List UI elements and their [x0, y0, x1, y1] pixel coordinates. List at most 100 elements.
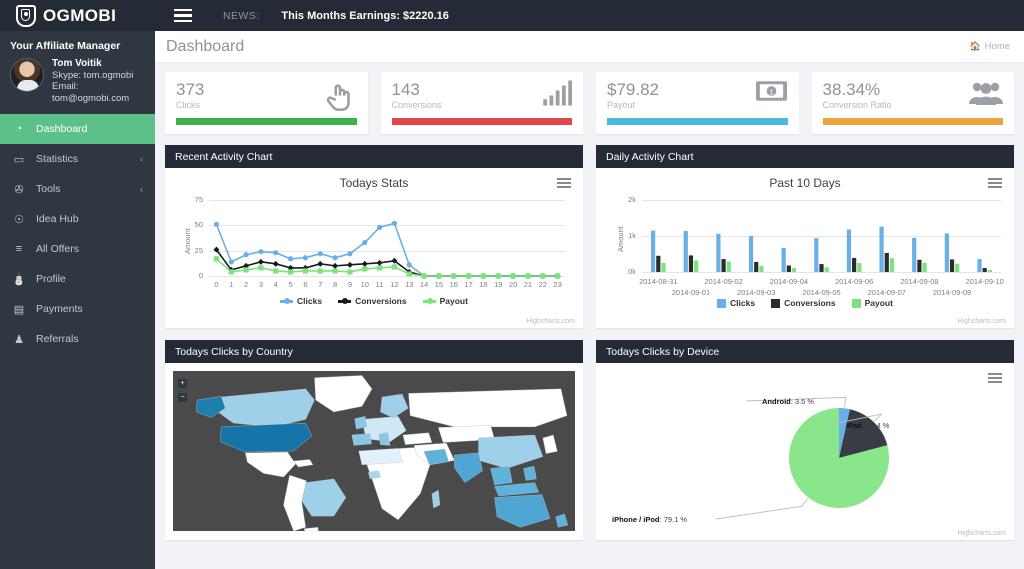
legend-swatch: [338, 300, 351, 303]
chart-clicks-by-device[interactable]: Android: 3.5 % iPad: 17.4 % iPhone / iPod:…: [596, 363, 1014, 540]
sidebar-item-label: Payments: [36, 303, 83, 315]
page-header: Dashboard 🏠 Home: [155, 31, 1024, 63]
sidebar-item-label: Statistics: [36, 153, 78, 165]
panel-daily-activity: Daily Activity Chart Past 10 Days 0k1k2k…: [596, 145, 1014, 328]
news-ticker-text: This Months Earnings: $2220.16: [281, 10, 449, 22]
legend-item-payout[interactable]: Payout: [852, 298, 893, 308]
sidebar: Your Affiliate Manager Tom Voitik Skype:…: [0, 31, 155, 569]
pie-label-name: iPad: [846, 421, 862, 430]
stat-progress-bar: [823, 118, 1004, 125]
legend-label: Conversions: [784, 298, 836, 308]
stat-progress-bar: [607, 118, 788, 125]
sidebar-item-referrals[interactable]: ♟ Referrals: [0, 324, 155, 354]
sidebar-item-profile[interactable]: ⛄Profile: [0, 264, 155, 294]
panel-clicks-by-device: Todays Clicks by Device Android: 3.5 % iP…: [596, 340, 1014, 540]
hamburger-icon[interactable]: [161, 0, 205, 31]
legend-swatch: [423, 300, 436, 303]
map-container[interactable]: + −: [165, 363, 583, 540]
legend-label: Clicks: [297, 296, 322, 306]
stat-card-payout[interactable]: $79.82Payout1: [596, 72, 799, 134]
legend-item-conversions[interactable]: Conversions: [338, 296, 407, 306]
stat-progress-bar: [392, 118, 573, 125]
affiliate-manager-card: Tom Voitik Skype: tom.ogmobi Email: tom@…: [0, 58, 155, 114]
breadcrumb-label: Home: [985, 41, 1010, 52]
pie-svg: [596, 363, 1015, 540]
pie-label-value: 79.1 %: [664, 515, 687, 524]
world-map-svg: [173, 371, 575, 531]
pie-label-ipad: iPad: 17.4 %: [846, 421, 889, 430]
toolbox-icon: ✇: [12, 183, 26, 196]
chart-past-10-days[interactable]: Past 10 Days 0k1k2kAmount2014-08-312014-…: [596, 168, 1014, 328]
pie-label-value: 3.5 %: [795, 397, 814, 406]
sidebar-item-idea-hub[interactable]: ☉Idea Hub: [0, 204, 155, 234]
panel-title-clicks-device: Todays Clicks by Device: [596, 340, 1014, 363]
sidebar-item-tools[interactable]: ✇Tools‹: [0, 174, 155, 204]
panel-title-clicks-country: Todays Clicks by Country: [165, 340, 583, 363]
sidebar-item-statistics[interactable]: ▭ Statistics ‹: [0, 144, 155, 174]
breadcrumb[interactable]: 🏠 Home: [969, 41, 1010, 52]
highcharts-credit: Highcharts.com: [526, 318, 575, 325]
panel-title-daily-activity: Daily Activity Chart: [596, 145, 1014, 168]
top-bar: OGMOBI NEWS: This Months Earnings: $2220…: [0, 0, 1024, 31]
user-icon: ⛄: [12, 273, 26, 286]
money-icon: ▤: [12, 303, 26, 316]
manager-email: Email: tom@ogmobi.com: [52, 81, 155, 104]
chart-legend-todays-stats: Clicks Conversions Payout: [165, 296, 583, 306]
sidebar-item-all-offers[interactable]: ≡ All Offers: [0, 234, 155, 264]
pie-label-name: iPhone / iPod: [612, 515, 660, 524]
manager-skype: Skype: tom.ogmobi: [52, 70, 155, 82]
chart-todays-stats[interactable]: Todays Stats 0255075Amount01234567891011…: [165, 168, 583, 328]
stat-card-conversion-ratio[interactable]: 38.34%Conversion Ratio: [812, 72, 1015, 134]
stat-card-clicks[interactable]: 373Clicks: [165, 72, 368, 134]
svg-text:1: 1: [769, 87, 773, 96]
news-label: NEWS:: [223, 10, 259, 22]
sidebar-item-dashboard[interactable]: ◔Dashboard: [0, 114, 155, 144]
chart-legend-past-10-days: Clicks Conversions Payout: [596, 298, 1014, 308]
legend-swatch: [852, 299, 861, 308]
highcharts-credit: Highcharts.com: [957, 530, 1006, 537]
users-icon: ♟: [12, 333, 26, 346]
sidebar-item-payments[interactable]: ▤ Payments: [0, 294, 155, 324]
panel-title-recent-activity: Recent Activity Chart: [165, 145, 583, 168]
legend-swatch: [280, 300, 293, 303]
sidebar-item-label: All Offers: [36, 243, 79, 255]
legend-label: Conversions: [355, 296, 407, 306]
home-icon: 🏠: [969, 41, 980, 52]
pie-label-value: 17.4 %: [866, 421, 889, 430]
monitor-icon: ▭: [12, 153, 26, 166]
legend-item-clicks[interactable]: Clicks: [280, 296, 322, 306]
hand-pointer-icon: [323, 80, 357, 119]
map-zoom-in-button[interactable]: +: [178, 379, 187, 388]
brand-name: OGMOBI: [43, 6, 116, 26]
list-icon: ≡: [12, 243, 26, 255]
chevron-left-icon: ‹: [140, 154, 143, 164]
main-content: Dashboard 🏠 Home 373Clicks143Conversions…: [155, 31, 1024, 569]
brand-logo[interactable]: OGMOBI: [0, 0, 155, 31]
pie-label-iphone-ipod: iPhone / iPod: 79.1 %: [612, 515, 687, 524]
highcharts-credit: Highcharts.com: [957, 318, 1006, 325]
sidebar-item-label: Dashboard: [36, 123, 87, 135]
ogmobi-logo-icon: [16, 5, 36, 27]
stat-card-conversions[interactable]: 143Conversions: [381, 72, 584, 134]
map-zoom-out-button[interactable]: −: [178, 393, 187, 402]
group-users-icon: [969, 80, 1003, 111]
panel-recent-activity: Recent Activity Chart Todays Stats 02550…: [165, 145, 583, 328]
stat-cards-row: 373Clicks143Conversions$79.82Payout138.3…: [165, 72, 1014, 134]
legend-label: Payout: [440, 296, 468, 306]
legend-swatch: [717, 299, 726, 308]
manager-name: Tom Voitik: [52, 58, 155, 70]
sidebar-item-label: Idea Hub: [36, 213, 79, 225]
world-map[interactable]: + −: [173, 371, 575, 531]
stat-progress-bar: [176, 118, 357, 125]
pie-label-name: Android: [762, 397, 791, 406]
pie-label-android: Android: 3.5 %: [762, 397, 814, 406]
sidebar-item-label: Referrals: [36, 333, 79, 345]
legend-item-payout[interactable]: Payout: [423, 296, 468, 306]
avatar: [10, 58, 44, 92]
panel-clicks-by-country: Todays Clicks by Country: [165, 340, 583, 540]
affiliate-manager-title: Your Affiliate Manager: [0, 31, 155, 58]
legend-item-conversions[interactable]: Conversions: [771, 298, 836, 308]
sidebar-item-label: Tools: [36, 183, 61, 195]
legend-item-clicks[interactable]: Clicks: [717, 298, 755, 308]
legend-swatch: [771, 299, 780, 308]
